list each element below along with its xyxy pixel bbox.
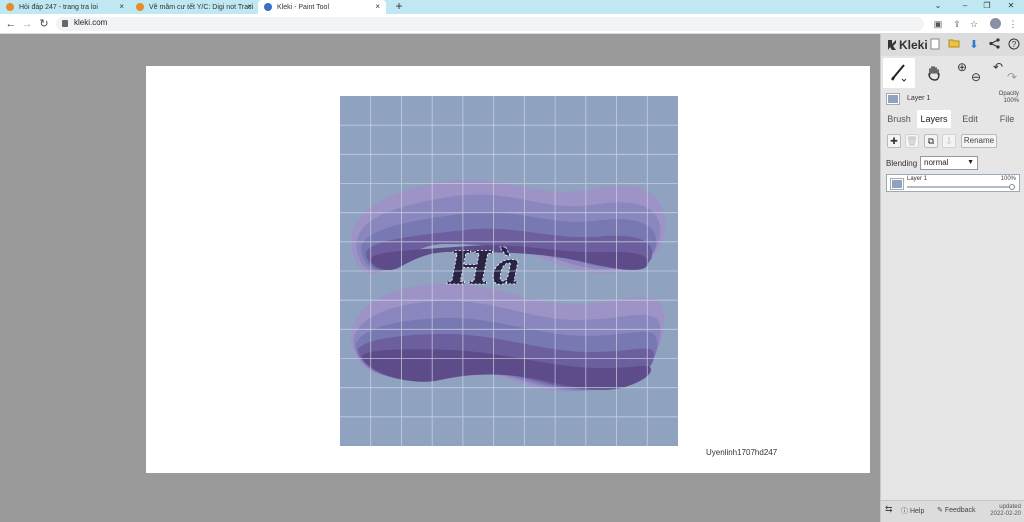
tab-title: Kleki - Paint Tool [277,3,330,11]
rename-button[interactable]: Rename [961,134,997,148]
blending-value: normal [924,158,949,167]
close-tab-icon[interactable]: × [119,2,124,11]
artwork-canvas[interactable]: Hà [340,96,678,446]
share-page-icon[interactable]: ⇪ [950,17,964,31]
help-icon[interactable]: ? [1007,38,1021,52]
brush-tool-button[interactable] [883,58,915,88]
site-favicon-icon [136,3,144,11]
browser-tab-kleki[interactable]: Kleki - Paint Tool × [258,0,386,14]
translate-icon[interactable]: ▣ [931,17,945,31]
help-circle-icon: ⓘ [901,508,910,515]
delete-layer-button[interactable]: 🗑 [905,134,919,148]
url-text: kleki.com [74,18,108,27]
browser-tab-hoidap[interactable]: Hỏi đáp 247 - trang tra loi × [0,0,130,14]
updated-date: 2022-02-20 [990,511,1021,517]
current-layer-row[interactable]: Layer 1 Opacity 100% [881,90,1024,108]
tab-file[interactable]: File [991,110,1023,128]
layer-opacity-slider[interactable] [907,186,1015,188]
tab-layers[interactable]: Layers [917,110,951,128]
share-icon[interactable] [987,38,1001,52]
browser-menu-icon[interactable]: ⋮ [1006,17,1020,31]
undo-button[interactable]: ↶ [991,52,1005,82]
lock-icon [62,20,68,27]
blending-row: Blending normal ▼ [881,156,1024,172]
help-link[interactable]: ⓘ Help [901,506,924,516]
restore-button[interactable]: ❐ [980,1,994,10]
tab-title: Hỏi đáp 247 - trang tra loi [19,3,98,11]
lettering-text: Hà [446,241,521,295]
layer-buttons: ✚ 🗑 ⧉ ⇩ Rename [881,134,1024,150]
opacity-readout[interactable]: Opacity 100% [999,91,1019,105]
reload-button[interactable]: ↻ [37,17,51,31]
opacity-value: 100% [1003,98,1019,104]
layer-thumbnail [890,178,904,190]
updated-info: updated 2022-02-20 [990,504,1021,518]
duplicate-layer-button[interactable]: ⧉ [924,134,938,148]
bookmark-star-icon[interactable]: ☆ [967,17,981,31]
tab-title: Vẽ mâm cư tết Y/C: Digi not Traci [149,3,254,11]
canvas-area[interactable]: Hà Uyenlinh1707hd247 [0,34,880,522]
merge-layer-button[interactable]: ⇩ [942,134,956,148]
drawing-page[interactable]: Hà Uyenlinh1707hd247 [146,66,870,473]
site-favicon-icon [6,3,14,11]
hand-icon [928,66,940,81]
panel-tabs: Brush Layers Edit File [881,110,1024,128]
layer-opacity-value: 100% [1000,176,1016,182]
download-icon[interactable]: ⬇ [967,38,981,52]
layer-name: Layer 1 [907,176,928,182]
kleki-logo-icon [888,40,896,50]
current-layer-name: Layer 1 [907,95,931,102]
brush-icon [890,64,907,82]
new-icon[interactable] [928,38,942,52]
minimize-button[interactable]: – [958,1,972,10]
feedback-link[interactable]: ✎ Feedback [937,506,976,514]
tool-row: ⊕ ⊖ ↶ ↷ [881,58,1024,88]
zoom-out-button[interactable]: ⊖ [969,62,983,92]
layer-list-item[interactable]: Layer 1 100% [886,174,1020,192]
blending-label: Blending [886,159,918,168]
hand-tool-button[interactable] [921,58,947,88]
forward-button[interactable]: → [20,17,34,31]
blending-select[interactable]: normal ▼ [920,156,978,170]
address-bar[interactable]: kleki.com [56,17,924,31]
logo-text: Kleki [899,38,928,52]
help-label: Help [909,508,925,515]
redo-button[interactable]: ↷ [1005,62,1019,92]
kleki-favicon-icon [264,3,272,11]
current-layer-thumbnail [886,93,900,105]
pencil-icon: ✎ [937,507,945,514]
tab-brush[interactable]: Brush [883,110,915,128]
window-close-button[interactable]: ✕ [1004,1,1018,10]
svg-text:?: ? [1012,40,1017,49]
chevron-down-icon: ▼ [967,159,974,166]
feedback-label: Feedback [944,507,976,514]
tab-edit[interactable]: Edit [954,110,986,128]
ha-lettering: Hà [446,241,522,296]
swap-panel-icon[interactable]: ⇆ [885,504,893,515]
add-layer-button[interactable]: ✚ [887,134,901,148]
profile-avatar[interactable] [990,18,1001,29]
zoom-in-button[interactable]: ⊕ [955,52,969,82]
open-icon[interactable] [947,38,961,52]
kleki-logo[interactable]: Kleki [887,38,928,52]
back-button[interactable]: ← [4,17,18,31]
opacity-label: Opacity [998,91,1019,97]
panel-footer: ⇆ ⓘ Help ✎ Feedback updated 2022-02-20 [881,500,1024,522]
kleki-side-panel: Kleki ⬇ ? ⊕ ⊖ ↶ ↷ Layer 1 Opacity 100% B… [880,34,1024,522]
opacity-slider-handle[interactable] [1009,184,1015,190]
browser-toolbar: ← → ↻ kleki.com ▣ ⇪ ☆ ⋮ [0,14,1024,34]
close-tab-icon[interactable]: × [375,2,380,11]
browser-tab-vemam[interactable]: Vẽ mâm cư tết Y/C: Digi not Traci × [130,0,258,14]
close-tab-icon[interactable]: × [247,2,252,11]
tab-search-icon[interactable]: ⌄ [931,1,945,10]
updated-label: updated [999,504,1021,510]
browser-tab-bar: Hỏi đáp 247 - trang tra loi × Vẽ mâm cư … [0,0,1024,14]
new-tab-button[interactable]: + [392,0,406,14]
signature-text: Uyenlinh1707hd247 [706,448,778,457]
